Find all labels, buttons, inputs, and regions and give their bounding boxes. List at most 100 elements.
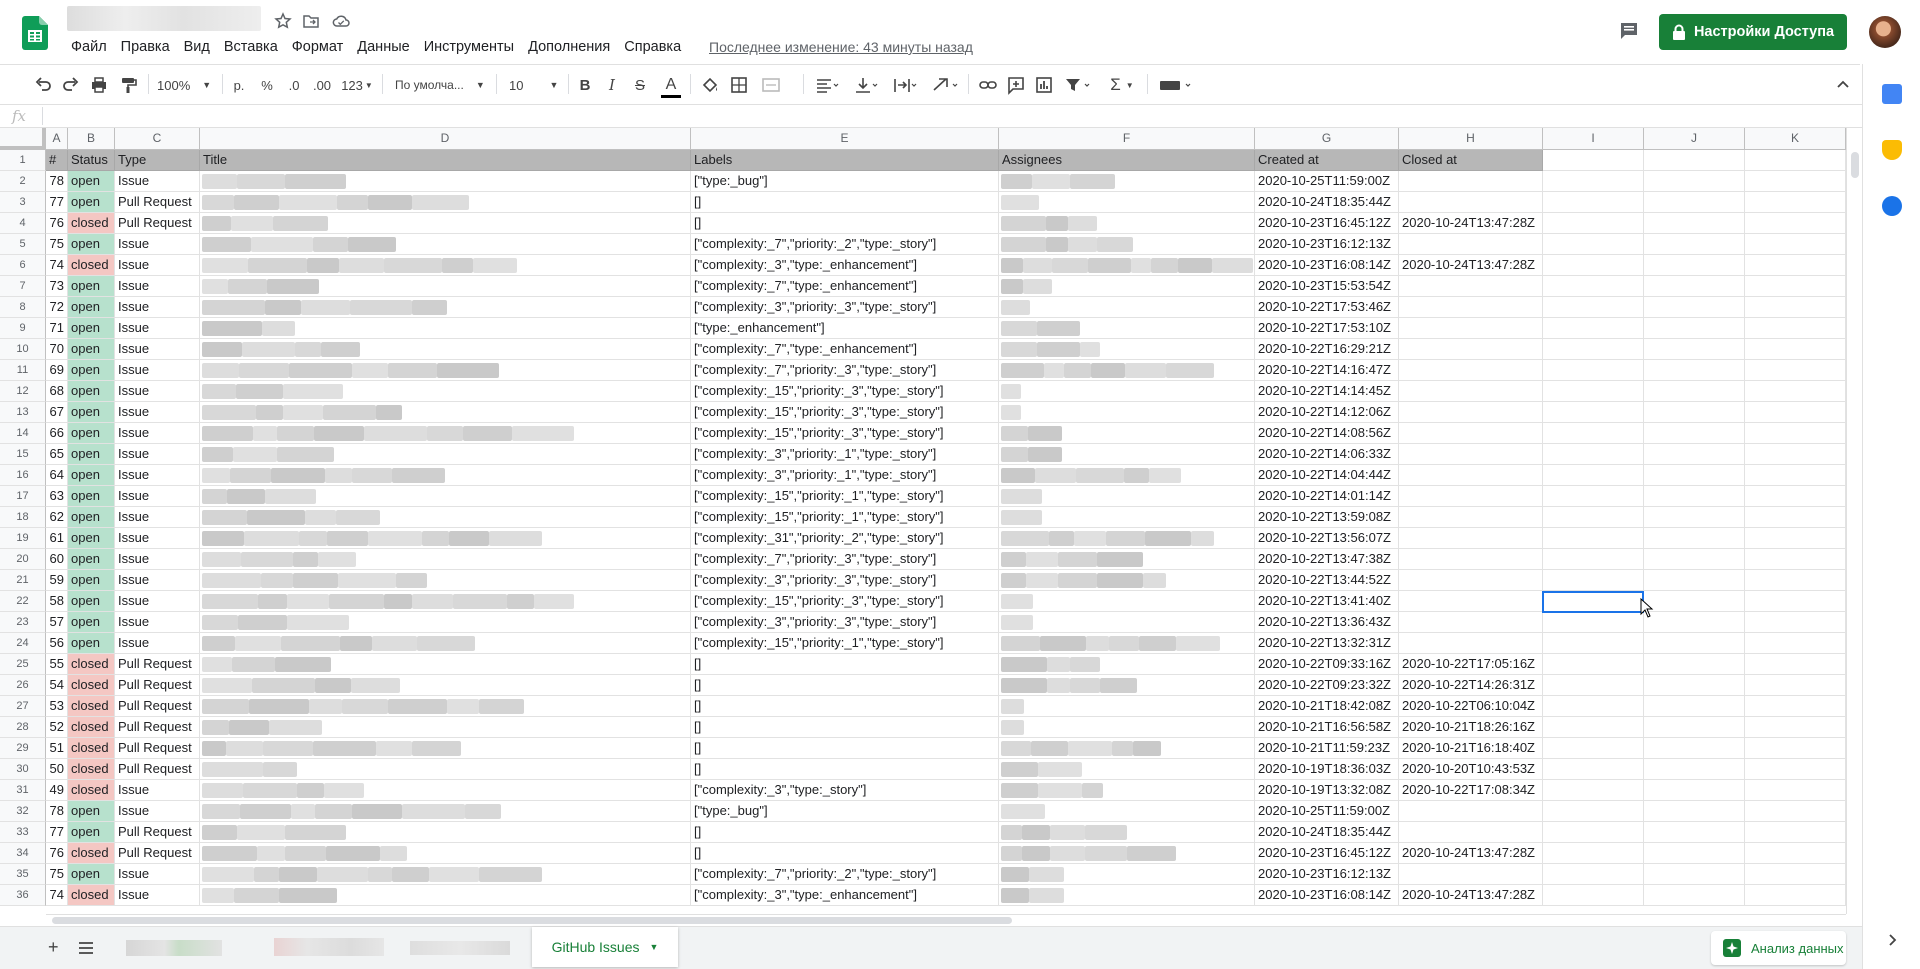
cell[interactable]: [1644, 423, 1745, 444]
cell[interactable]: [1644, 759, 1745, 780]
cell-closed-at[interactable]: [1399, 570, 1543, 591]
cell-status[interactable]: open: [68, 465, 115, 486]
cell-status[interactable]: open: [68, 864, 115, 885]
column-header-c[interactable]: C: [115, 128, 200, 149]
cell[interactable]: [1644, 801, 1745, 822]
cell[interactable]: [1543, 717, 1644, 738]
cell-labels[interactable]: []: [691, 822, 999, 843]
cell-closed-at[interactable]: 2020-10-21T16:18:40Z: [1399, 738, 1543, 759]
cell-number[interactable]: 50: [46, 759, 68, 780]
cell-status[interactable]: open: [68, 822, 115, 843]
cell[interactable]: [1543, 549, 1644, 570]
cell[interactable]: [1745, 381, 1846, 402]
cell-assignees-redacted[interactable]: [999, 423, 1255, 444]
tasks-icon[interactable]: [1882, 196, 1902, 216]
cell-title-redacted[interactable]: [200, 528, 691, 549]
format-currency-button[interactable]: р.: [230, 74, 248, 96]
cell-number[interactable]: 78: [46, 801, 68, 822]
cell-assignees-redacted[interactable]: [999, 717, 1255, 738]
cell-status[interactable]: closed: [68, 675, 115, 696]
cell-labels[interactable]: ["complexity:_15","priority:_3","type:_s…: [691, 591, 999, 612]
cell[interactable]: [1644, 822, 1745, 843]
cell-number[interactable]: 62: [46, 507, 68, 528]
cell[interactable]: [1745, 255, 1846, 276]
cell[interactable]: [1745, 339, 1846, 360]
cell-assignees-redacted[interactable]: [999, 738, 1255, 759]
cell-type[interactable]: Issue: [115, 255, 200, 276]
cell-type[interactable]: Pull Request: [115, 213, 200, 234]
cell-assignees-redacted[interactable]: [999, 612, 1255, 633]
cell-status[interactable]: open: [68, 276, 115, 297]
cell-type[interactable]: Pull Request: [115, 843, 200, 864]
cell-status[interactable]: open: [68, 423, 115, 444]
cell-title-redacted[interactable]: [200, 654, 691, 675]
cell[interactable]: [1543, 507, 1644, 528]
row-number[interactable]: 14: [0, 423, 46, 444]
menu-edit[interactable]: Правка: [114, 38, 177, 56]
cell-number[interactable]: 77: [46, 822, 68, 843]
cell-title-redacted[interactable]: [200, 339, 691, 360]
chevron-down-icon[interactable]: ▼: [650, 942, 659, 952]
cell[interactable]: [1745, 549, 1846, 570]
vertical-scroll-thumb[interactable]: [1851, 152, 1859, 178]
row-number[interactable]: 24: [0, 633, 46, 654]
cell[interactable]: [1745, 864, 1846, 885]
cell-labels[interactable]: []: [691, 192, 999, 213]
explore-button[interactable]: Анализ данных: [1711, 931, 1846, 965]
selected-cell-i22[interactable]: [1542, 591, 1644, 613]
column-header-b[interactable]: B: [68, 128, 115, 149]
cell-title-redacted[interactable]: [200, 612, 691, 633]
header-title[interactable]: Title: [200, 150, 691, 171]
bold-button[interactable]: B: [577, 74, 593, 96]
cell-closed-at[interactable]: 2020-10-22T17:05:16Z: [1399, 654, 1543, 675]
cell-created-at[interactable]: 2020-10-22T13:44:52Z: [1255, 570, 1399, 591]
menu-insert[interactable]: Вставка: [217, 38, 285, 56]
cell-created-at[interactable]: 2020-10-23T16:12:13Z: [1255, 234, 1399, 255]
cell[interactable]: [1543, 360, 1644, 381]
document-title-redacted[interactable]: [67, 6, 261, 31]
cell-status[interactable]: closed: [68, 759, 115, 780]
cell-labels[interactable]: ["type:_bug"]: [691, 171, 999, 192]
cell[interactable]: [1543, 255, 1644, 276]
cloud-saved-icon[interactable]: [332, 12, 350, 30]
insert-chart-icon[interactable]: [1034, 74, 1054, 96]
cell-closed-at[interactable]: [1399, 633, 1543, 654]
cell[interactable]: [1644, 633, 1745, 654]
cell[interactable]: [1543, 675, 1644, 696]
cell[interactable]: [1543, 297, 1644, 318]
cell-closed-at[interactable]: [1399, 339, 1543, 360]
cell[interactable]: [1543, 801, 1644, 822]
font-size-select[interactable]: 10 ▼: [509, 74, 561, 96]
cell-labels[interactable]: ["complexity:_7","priority:_2","type:_st…: [691, 234, 999, 255]
move-folder-icon[interactable]: [302, 12, 320, 30]
cell-assignees-redacted[interactable]: [999, 171, 1255, 192]
cell-title-redacted[interactable]: [200, 507, 691, 528]
row-number[interactable]: 30: [0, 759, 46, 780]
cell-type[interactable]: Pull Request: [115, 717, 200, 738]
cell-assignees-redacted[interactable]: [999, 822, 1255, 843]
cell[interactable]: [1644, 717, 1745, 738]
avatar[interactable]: [1869, 16, 1901, 48]
column-header-j[interactable]: J: [1644, 128, 1745, 149]
cell-assignees-redacted[interactable]: [999, 255, 1255, 276]
cell-type[interactable]: Pull Request: [115, 192, 200, 213]
cell[interactable]: [1644, 864, 1745, 885]
row-number[interactable]: 36: [0, 885, 46, 906]
more-formats-select[interactable]: 123 ▼: [340, 74, 374, 96]
column-header-f[interactable]: F: [999, 128, 1255, 149]
cell[interactable]: [1745, 486, 1846, 507]
cell-assignees-redacted[interactable]: [999, 864, 1255, 885]
cell[interactable]: [1644, 612, 1745, 633]
row-number[interactable]: 2: [0, 171, 46, 192]
cell-created-at[interactable]: 2020-10-23T16:45:12Z: [1255, 843, 1399, 864]
cell-assignees-redacted[interactable]: [999, 507, 1255, 528]
row-number[interactable]: 3: [0, 192, 46, 213]
cell-created-at[interactable]: 2020-10-22T13:47:38Z: [1255, 549, 1399, 570]
cell-created-at[interactable]: 2020-10-22T14:01:14Z: [1255, 486, 1399, 507]
row-number[interactable]: 16: [0, 465, 46, 486]
cell-status[interactable]: open: [68, 612, 115, 633]
cell-assignees-redacted[interactable]: [999, 780, 1255, 801]
cell-assignees-redacted[interactable]: [999, 633, 1255, 654]
cell-type[interactable]: Pull Request: [115, 738, 200, 759]
cell-created-at[interactable]: 2020-10-23T16:12:13Z: [1255, 864, 1399, 885]
